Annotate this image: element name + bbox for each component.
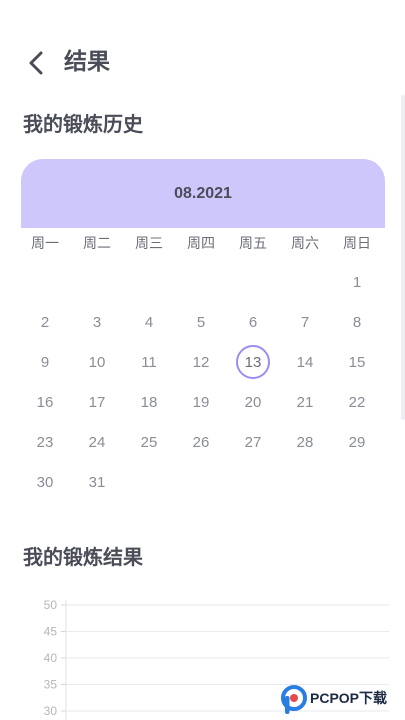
calendar-empty-cell	[123, 262, 175, 302]
calendar-day[interactable]: 8	[331, 302, 383, 342]
calendar-day[interactable]: 17	[71, 382, 123, 422]
calendar-day[interactable]: 7	[279, 302, 331, 342]
calendar-day[interactable]: 25	[123, 422, 175, 462]
calendar-day-number: 24	[88, 433, 106, 451]
calendar-day[interactable]: 12	[175, 342, 227, 382]
weekday-label: 周六	[291, 236, 319, 252]
calendar-day-number: 29	[348, 433, 366, 451]
calendar-day-number: 4	[144, 313, 154, 331]
calendar-day[interactable]: 28	[279, 422, 331, 462]
chart-y-tick-label: 40	[44, 651, 58, 665]
calendar-day-number: 12	[192, 353, 210, 371]
weekday-label: 周三	[135, 236, 163, 252]
weekday-label: 周五	[239, 236, 267, 252]
app-header: 结果	[0, 40, 405, 86]
page-title: 结果	[64, 49, 110, 75]
calendar-day-number: 23	[36, 433, 54, 451]
calendar-day[interactable]: 9	[19, 342, 71, 382]
watermark-text: PCPOP下载	[310, 690, 388, 706]
calendar-day-number: 25	[140, 433, 158, 451]
calendar-empty-cell	[227, 262, 279, 302]
calendar-day-number: 8	[352, 313, 362, 331]
weekday-label: 周二	[83, 236, 111, 252]
calendar-day[interactable]: 23	[19, 422, 71, 462]
calendar-day-selected[interactable]: 13	[227, 342, 279, 382]
calendar-day[interactable]: 14	[279, 342, 331, 382]
calendar-day[interactable]: 22	[331, 382, 383, 422]
calendar-day-number: 9	[40, 353, 50, 371]
calendar-day-number: 5	[196, 313, 206, 331]
calendar-day[interactable]: 21	[279, 382, 331, 422]
chart-y-tick-label: 45	[44, 625, 58, 639]
calendar-day-number: 11	[141, 353, 157, 371]
calendar-day[interactable]: 30	[19, 462, 71, 502]
calendar-day-number: 3	[92, 313, 102, 331]
calendar-day-number: 2	[40, 313, 50, 331]
calendar-day[interactable]: 11	[123, 342, 175, 382]
calendar-day[interactable]: 31	[71, 462, 123, 502]
chart-y-tick-label: 50	[44, 598, 58, 612]
calendar-month-label: 08.2021	[174, 184, 232, 202]
calendar-day[interactable]: 15	[331, 342, 383, 382]
pcpop-logo-icon	[281, 685, 307, 714]
calendar-day-number: 21	[296, 393, 314, 411]
calendar-day-number: 6	[248, 313, 258, 331]
calendar-day[interactable]: 29	[331, 422, 383, 462]
calendar-day[interactable]: 18	[123, 382, 175, 422]
calendar-day-number: 31	[88, 473, 106, 491]
calendar-days-grid: 1 2 3 4 5 6 7 8 9 10 11 12 13 14 15 16 17 18 19 20 21 22 23 24 2…	[19, 262, 385, 502]
calendar-day-number: 7	[300, 313, 310, 331]
calendar-day[interactable]: 6	[227, 302, 279, 342]
calendar-day-number: 26	[192, 433, 210, 451]
calendar-day[interactable]: 10	[71, 342, 123, 382]
calendar-empty-cell	[175, 262, 227, 302]
calendar-day-number: 20	[244, 393, 262, 411]
calendar-day[interactable]: 4	[123, 302, 175, 342]
calendar-empty-cell	[279, 262, 331, 302]
calendar-day-number: 13	[236, 345, 270, 379]
calendar-day-number: 16	[36, 393, 54, 411]
pcpop-watermark-logo: PCPOP下载	[280, 684, 405, 720]
chart-y-tick-label: 35	[44, 678, 58, 692]
calendar-day-number: 14	[296, 353, 314, 371]
calendar-day-number: 10	[88, 353, 106, 371]
calendar-day[interactable]: 26	[175, 422, 227, 462]
results-section-title: 我的锻炼结果	[23, 545, 143, 569]
calendar-day[interactable]: 19	[175, 382, 227, 422]
calendar-day-number: 30	[36, 473, 54, 491]
calendar-day[interactable]: 2	[19, 302, 71, 342]
calendar-day[interactable]: 5	[175, 302, 227, 342]
calendar-day[interactable]: 27	[227, 422, 279, 462]
weekday-label: 周一	[31, 236, 59, 252]
calendar-day[interactable]: 20	[227, 382, 279, 422]
calendar-day[interactable]: 1	[331, 262, 383, 302]
weekday-label: 周四	[187, 236, 215, 252]
calendar-header: 08.2021	[21, 159, 385, 228]
calendar-day[interactable]: 24	[71, 422, 123, 462]
calendar-day-number: 17	[88, 393, 106, 411]
back-button[interactable]	[22, 48, 52, 78]
calendar-day-number: 28	[296, 433, 314, 451]
calendar-day[interactable]: 3	[71, 302, 123, 342]
calendar-day-number: 19	[192, 393, 210, 411]
calendar-empty-cell	[19, 262, 71, 302]
calendar-day-number: 18	[140, 393, 158, 411]
weekday-row: 周一 周二 周三 周四 周五 周六 周日	[19, 228, 385, 258]
calendar-day-number: 15	[348, 353, 366, 371]
scrollbar[interactable]	[401, 95, 405, 420]
calendar-day-number: 22	[348, 393, 366, 411]
chevron-left-icon	[29, 51, 43, 75]
calendar-day-number: 1	[352, 273, 362, 291]
calendar-day[interactable]: 16	[19, 382, 71, 422]
chart-y-tick-label: 30	[44, 704, 58, 718]
calendar: 08.2021 周一 周二 周三 周四 周五 周六 周日 1 2 3 4 5 6 7 8 9 10…	[21, 159, 385, 502]
calendar-day-number: 27	[244, 433, 262, 451]
calendar-empty-cell	[71, 262, 123, 302]
weekday-label: 周日	[343, 236, 371, 252]
history-section-title: 我的锻炼历史	[23, 112, 143, 136]
